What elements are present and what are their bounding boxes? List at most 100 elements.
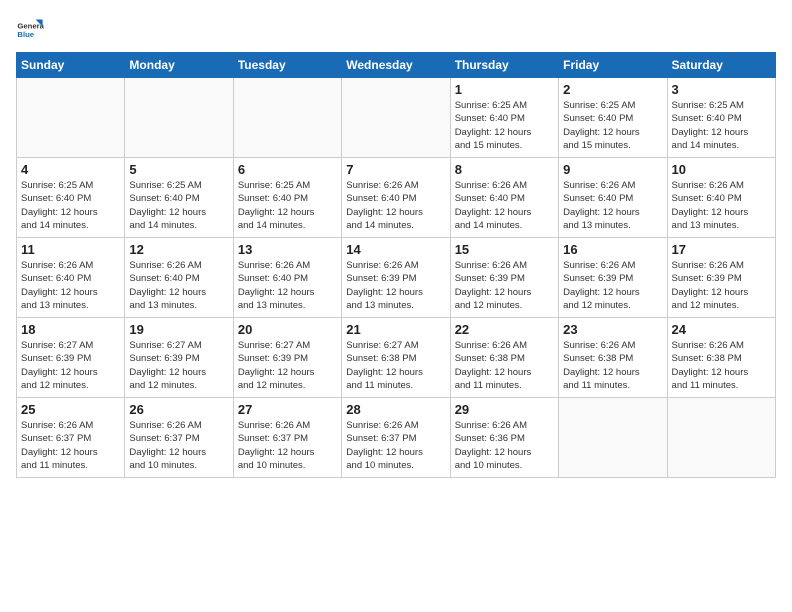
day-number: 20 [238,322,337,337]
day-number: 28 [346,402,445,417]
day-number: 18 [21,322,120,337]
weekday-header-row: SundayMondayTuesdayWednesdayThursdayFrid… [17,53,776,78]
day-number: 15 [455,242,554,257]
day-number: 1 [455,82,554,97]
calendar-cell: 2Sunrise: 6:25 AM Sunset: 6:40 PM Daylig… [559,78,667,158]
calendar-cell: 20 Sunrise: 6:27 AM Sunset: 6:39 PM Dayli… [233,318,341,398]
cell-info: Sunrise: 6:26 AM Sunset: 6:37 PM Dayligh… [21,419,120,472]
calendar-cell: 13Sunrise: 6:26 AM Sunset: 6:40 PM Dayli… [233,238,341,318]
weekday-header-sunday: Sunday [17,53,125,78]
day-number: 29 [455,402,554,417]
calendar-cell: 15 Sunrise: 6:26 AM Sunset: 6:39 PM Dayli… [450,238,558,318]
calendar-cell: 7 Sunrise: 6:26 AM Sunset: 6:40 PM Daylig… [342,158,450,238]
day-number: 9 [563,162,662,177]
cell-info: Sunrise: 6:27 AM Sunset: 6:38 PM Dayligh… [346,339,445,392]
calendar-cell: 29 Sunrise: 6:26 AM Sunset: 6:36 PM Dayli… [450,398,558,478]
calendar-cell: 14 Sunrise: 6:26 AM Sunset: 6:39 PM Dayli… [342,238,450,318]
day-number: 25 [21,402,120,417]
day-number: 22 [455,322,554,337]
cell-info: Sunrise: 6:26 AM Sunset: 6:39 PM Dayligh… [672,259,771,312]
calendar-cell [342,78,450,158]
cell-info: Sunrise: 6:27 AM Sunset: 6:39 PM Dayligh… [21,339,120,392]
cell-info: Sunrise: 6:27 AM Sunset: 6:39 PM Dayligh… [238,339,337,392]
cell-info: Sunrise: 6:27 AM Sunset: 6:39 PM Dayligh… [129,339,228,392]
cell-info: Sunrise: 6:26 AM Sunset: 6:38 PM Dayligh… [455,339,554,392]
day-number: 16 [563,242,662,257]
cell-info: Sunrise: 6:25 AM Sunset: 6:40 PM Dayligh… [455,99,554,152]
weekday-header-friday: Friday [559,53,667,78]
week-row-2: 4 Sunrise: 6:25 AM Sunset: 6:40 PM Daylig… [17,158,776,238]
calendar-cell: 26 Sunrise: 6:26 AM Sunset: 6:37 PM Dayli… [125,398,233,478]
calendar-cell: 28Sunrise: 6:26 AM Sunset: 6:37 PM Dayli… [342,398,450,478]
cell-info: Sunrise: 6:25 AM Sunset: 6:40 PM Dayligh… [672,99,771,152]
day-number: 19 [129,322,228,337]
week-row-3: 11 Sunrise: 6:26 AM Sunset: 6:40 PM Dayli… [17,238,776,318]
day-number: 23 [563,322,662,337]
calendar-cell: 19 Sunrise: 6:27 AM Sunset: 6:39 PM Dayli… [125,318,233,398]
weekday-header-saturday: Saturday [667,53,775,78]
calendar-cell: 17 Sunrise: 6:26 AM Sunset: 6:39 PM Dayli… [667,238,775,318]
day-number: 7 [346,162,445,177]
day-number: 21 [346,322,445,337]
calendar-cell: 27 Sunrise: 6:26 AM Sunset: 6:37 PM Dayli… [233,398,341,478]
calendar-cell: 5 Sunrise: 6:25 AM Sunset: 6:40 PM Daylig… [125,158,233,238]
cell-info: Sunrise: 6:26 AM Sunset: 6:37 PM Dayligh… [238,419,337,472]
calendar-cell: 6Sunrise: 6:25 AM Sunset: 6:40 PM Daylig… [233,158,341,238]
cell-info: Sunrise: 6:26 AM Sunset: 6:39 PM Dayligh… [455,259,554,312]
day-number: 11 [21,242,120,257]
day-number: 12 [129,242,228,257]
day-number: 8 [455,162,554,177]
calendar-cell: 11 Sunrise: 6:26 AM Sunset: 6:40 PM Dayli… [17,238,125,318]
calendar-cell: 23 Sunrise: 6:26 AM Sunset: 6:38 PM Dayli… [559,318,667,398]
calendar-cell [559,398,667,478]
cell-info: Sunrise: 6:26 AM Sunset: 6:40 PM Dayligh… [21,259,120,312]
cell-info: Sunrise: 6:26 AM Sunset: 6:38 PM Dayligh… [672,339,771,392]
cell-info: Sunrise: 6:26 AM Sunset: 6:40 PM Dayligh… [563,179,662,232]
day-number: 2 [563,82,662,97]
cell-info: Sunrise: 6:26 AM Sunset: 6:36 PM Dayligh… [455,419,554,472]
cell-info: Sunrise: 6:26 AM Sunset: 6:39 PM Dayligh… [346,259,445,312]
day-number: 10 [672,162,771,177]
cell-info: Sunrise: 6:26 AM Sunset: 6:40 PM Dayligh… [346,179,445,232]
cell-info: Sunrise: 6:25 AM Sunset: 6:40 PM Dayligh… [238,179,337,232]
logo-icon: General Blue [16,16,44,44]
weekday-header-tuesday: Tuesday [233,53,341,78]
cell-info: Sunrise: 6:26 AM Sunset: 6:38 PM Dayligh… [563,339,662,392]
day-number: 4 [21,162,120,177]
calendar-cell: 8 Sunrise: 6:26 AM Sunset: 6:40 PM Daylig… [450,158,558,238]
calendar-cell: 16 Sunrise: 6:26 AM Sunset: 6:39 PM Dayli… [559,238,667,318]
cell-info: Sunrise: 6:26 AM Sunset: 6:39 PM Dayligh… [563,259,662,312]
calendar-cell: 18 Sunrise: 6:27 AM Sunset: 6:39 PM Dayli… [17,318,125,398]
calendar-cell: 4 Sunrise: 6:25 AM Sunset: 6:40 PM Daylig… [17,158,125,238]
cell-info: Sunrise: 6:26 AM Sunset: 6:40 PM Dayligh… [129,259,228,312]
day-number: 24 [672,322,771,337]
week-row-5: 25 Sunrise: 6:26 AM Sunset: 6:37 PM Dayli… [17,398,776,478]
calendar-cell: 1 Sunrise: 6:25 AM Sunset: 6:40 PM Daylig… [450,78,558,158]
calendar-cell: 12 Sunrise: 6:26 AM Sunset: 6:40 PM Dayli… [125,238,233,318]
week-row-1: 1 Sunrise: 6:25 AM Sunset: 6:40 PM Daylig… [17,78,776,158]
calendar-cell [667,398,775,478]
day-number: 17 [672,242,771,257]
calendar-cell [233,78,341,158]
header: General Blue [16,16,776,44]
day-number: 26 [129,402,228,417]
calendar-cell: 9 Sunrise: 6:26 AM Sunset: 6:40 PM Daylig… [559,158,667,238]
day-number: 3 [672,82,771,97]
day-number: 13 [238,242,337,257]
calendar-cell: 24 Sunrise: 6:26 AM Sunset: 6:38 PM Dayli… [667,318,775,398]
cell-info: Sunrise: 6:26 AM Sunset: 6:40 PM Dayligh… [672,179,771,232]
cell-info: Sunrise: 6:26 AM Sunset: 6:37 PM Dayligh… [129,419,228,472]
day-number: 5 [129,162,228,177]
cell-info: Sunrise: 6:25 AM Sunset: 6:40 PM Dayligh… [21,179,120,232]
day-number: 27 [238,402,337,417]
calendar-cell [17,78,125,158]
cell-info: Sunrise: 6:25 AM Sunset: 6:40 PM Dayligh… [129,179,228,232]
weekday-header-thursday: Thursday [450,53,558,78]
calendar-cell: 3 Sunrise: 6:25 AM Sunset: 6:40 PM Daylig… [667,78,775,158]
svg-text:Blue: Blue [17,30,34,39]
calendar-cell: 10 Sunrise: 6:26 AM Sunset: 6:40 PM Dayli… [667,158,775,238]
cell-info: Sunrise: 6:26 AM Sunset: 6:40 PM Dayligh… [455,179,554,232]
weekday-header-monday: Monday [125,53,233,78]
day-number: 14 [346,242,445,257]
week-row-4: 18 Sunrise: 6:27 AM Sunset: 6:39 PM Dayli… [17,318,776,398]
